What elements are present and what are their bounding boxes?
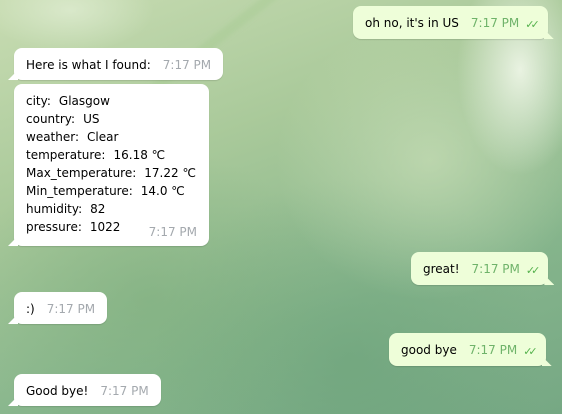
message-time: 7:17 PM — [100, 384, 149, 398]
message-text: :) — [26, 302, 35, 316]
field-value: 17.22 ℃ — [144, 166, 196, 180]
field-value: 82 — [90, 202, 106, 216]
field-key: Max_temperature: — [26, 166, 137, 180]
message-time: 7:17 PM — [148, 225, 197, 239]
message-incoming[interactable]: Here is what I found: 7:17 PM — [14, 48, 224, 80]
weather-field-weather: weather: Clear — [26, 128, 197, 146]
message-time: 7:17 PM — [468, 343, 518, 357]
double-check-icon: ✓✓ — [525, 264, 541, 277]
message-text: Good bye! — [26, 384, 89, 398]
field-key: city: — [26, 94, 51, 108]
field-key: temperature: — [26, 148, 106, 162]
message-outgoing[interactable]: great! 7:17 PM ✓✓ — [411, 252, 549, 285]
weather-fields: city: Glasgow country: US weather: Clear te… — [26, 92, 197, 236]
message-text: great! — [423, 262, 460, 276]
message-outgoing[interactable]: oh no, it's in US 7:17 PM ✓✓ — [353, 6, 548, 39]
double-check-icon: ✓✓ — [523, 345, 538, 358]
message-time: 7:17 PM — [162, 58, 212, 72]
message-outgoing[interactable]: good bye 7:17 PM ✓✓ — [389, 333, 546, 366]
message-time: 7:17 PM — [471, 262, 520, 276]
message-text: oh no, it's in US — [365, 16, 459, 30]
field-value: 14.0 ℃ — [140, 184, 185, 198]
field-value: Glasgow — [58, 94, 110, 108]
field-value: Clear — [87, 130, 119, 144]
weather-field-temperature: temperature: 16.18 ℃ — [26, 146, 197, 164]
weather-field-max-temperature: Max_temperature: 17.22 ℃ — [26, 164, 197, 182]
weather-field-country: country: US — [26, 110, 197, 128]
field-key: country: — [26, 112, 76, 126]
field-value: 16.18 ℃ — [113, 148, 166, 162]
field-key: pressure: — [26, 220, 82, 234]
field-key: Min_temperature: — [26, 184, 133, 198]
message-time: 7:17 PM — [470, 16, 520, 30]
field-value: 1022 — [89, 220, 121, 234]
message-text: good bye — [401, 343, 457, 357]
double-check-icon: ✓✓ — [525, 18, 540, 31]
field-key: humidity: — [26, 202, 83, 216]
weather-field-city: city: Glasgow — [26, 92, 197, 110]
message-text: Here is what I found: — [26, 58, 151, 72]
message-time: 7:17 PM — [46, 302, 96, 316]
field-key: weather: — [26, 130, 80, 144]
message-incoming-weather[interactable]: city: Glasgow country: US weather: Clear te… — [14, 84, 209, 246]
field-value: US — [83, 112, 100, 126]
weather-field-humidity: humidity: 82 — [26, 200, 197, 218]
weather-field-min-temperature: Min_temperature: 14.0 ℃ — [26, 182, 197, 200]
message-incoming[interactable]: :) 7:17 PM — [14, 292, 108, 324]
message-incoming[interactable]: Good bye! 7:17 PM — [14, 374, 161, 406]
